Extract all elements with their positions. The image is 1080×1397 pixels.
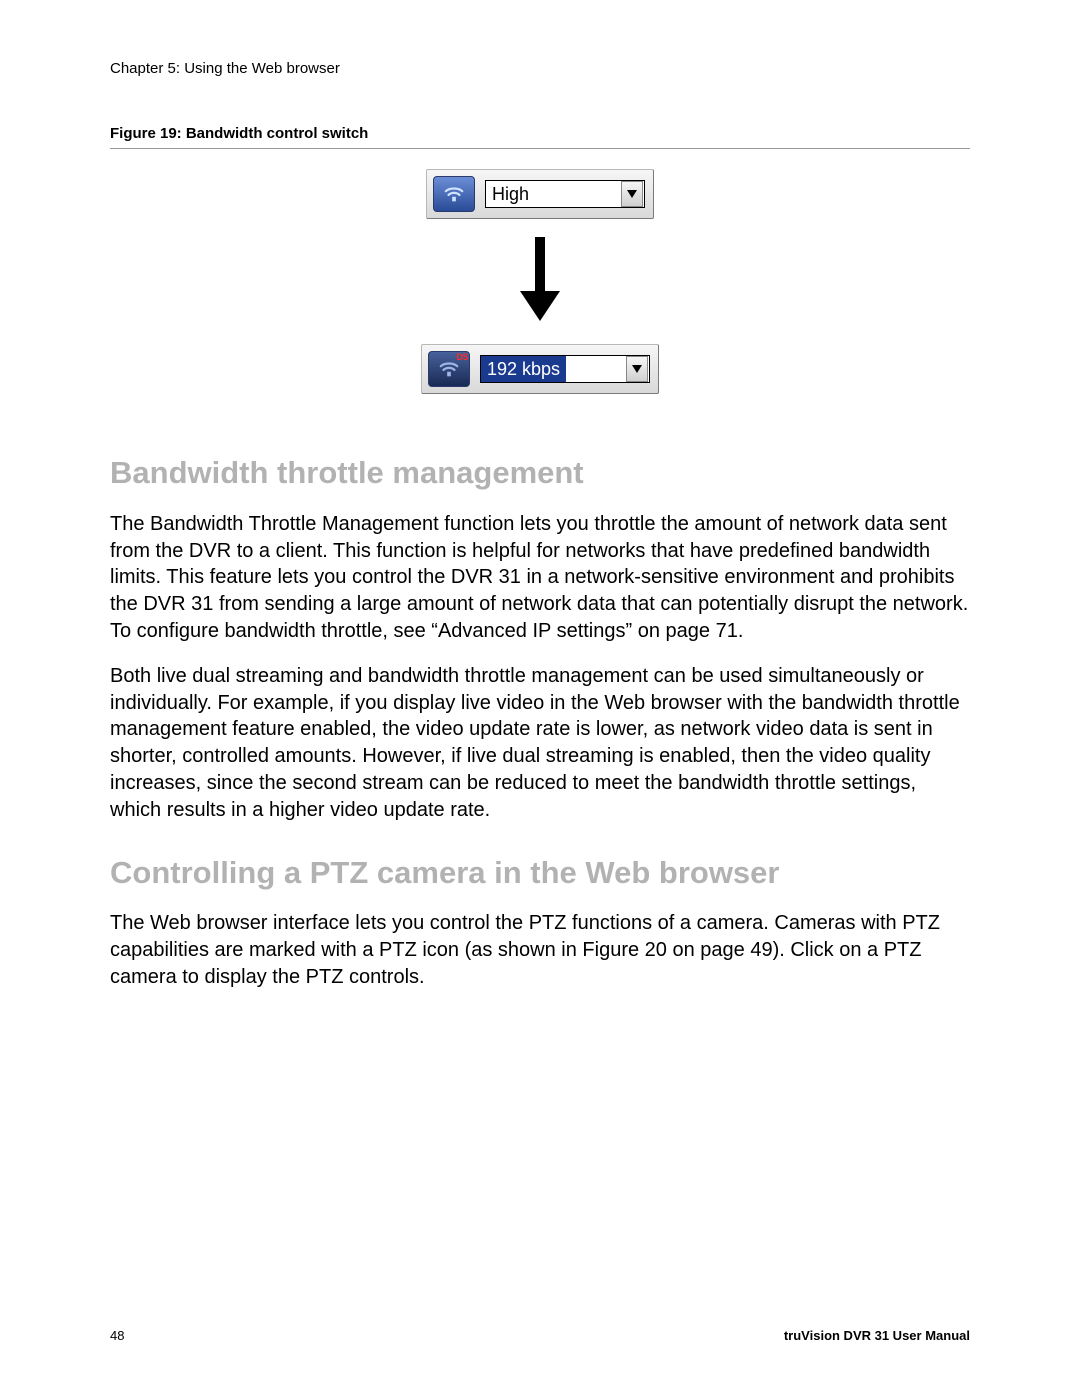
body-paragraph: Both live dual streaming and bandwidth t…: [110, 663, 970, 824]
figure-caption: Figure 19: Bandwidth control switch: [110, 125, 970, 149]
body-paragraph: The Bandwidth Throttle Management functi…: [110, 511, 970, 645]
body-paragraph: The Web browser interface lets you contr…: [110, 910, 970, 990]
bandwidth-widget-high: High: [426, 169, 654, 219]
bandwidth-select-kbps[interactable]: 192 kbps: [480, 355, 650, 383]
chevron-down-icon[interactable]: [621, 181, 643, 207]
wifi-icon: [433, 176, 475, 212]
chevron-down-icon[interactable]: [626, 356, 648, 382]
wifi-icon: DS: [428, 351, 470, 387]
icon-badge-bottom: DS: [456, 353, 468, 362]
select-value: High: [486, 181, 535, 207]
page-number: 48: [110, 1328, 124, 1343]
section-heading-bandwidth: Bandwidth throttle management: [110, 454, 970, 493]
bandwidth-widget-kbps: DS 192 kbps: [421, 344, 659, 394]
bandwidth-select-high[interactable]: High: [485, 180, 645, 208]
manual-name: truVision DVR 31 User Manual: [784, 1328, 970, 1343]
chapter-header: Chapter 5: Using the Web browser: [110, 60, 970, 77]
page-footer: 48 truVision DVR 31 User Manual: [110, 1328, 970, 1343]
figure-area: High DS: [110, 169, 970, 394]
select-value: 192 kbps: [481, 356, 566, 382]
section-heading-ptz: Controlling a PTZ camera in the Web brow…: [110, 854, 970, 893]
arrow-down-icon: [518, 237, 562, 326]
